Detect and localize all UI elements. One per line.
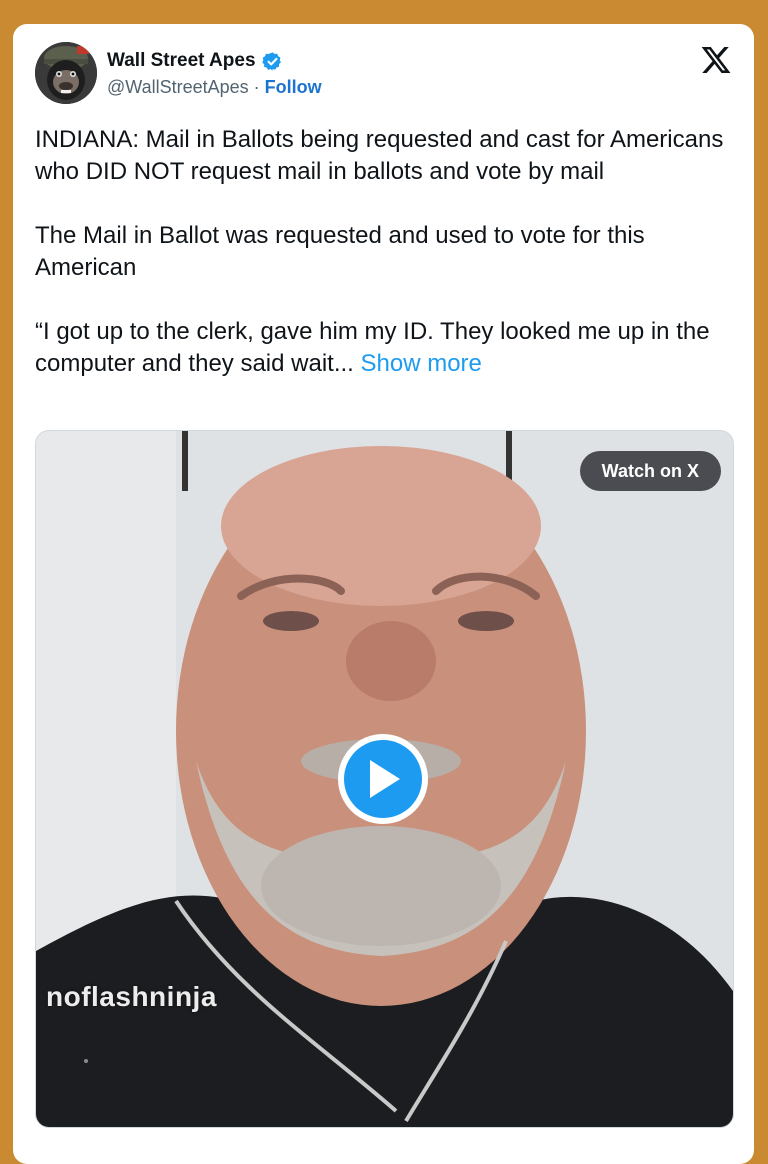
author-avatar[interactable] (35, 42, 97, 104)
author-handle-row: @WallStreetApes · Follow (107, 77, 322, 98)
author-name-row: Wall Street Apes (107, 49, 322, 73)
follow-button[interactable]: Follow (265, 77, 322, 97)
author-display-name[interactable]: Wall Street Apes (107, 50, 256, 72)
tweet-header: Wall Street Apes @WallStreetApes · Follo… (35, 42, 732, 106)
tweet-paragraph: The Mail in Ballot was requested and use… (35, 222, 645, 281)
tweet-text: INDIANA: Mail in Ballots being requested… (35, 124, 740, 380)
verified-badge-icon (261, 51, 281, 71)
handle-separator: · (248, 77, 265, 97)
author-info: Wall Street Apes @WallStreetApes · Follo… (107, 49, 322, 98)
video-player[interactable]: Watch on X noflashninja (35, 430, 734, 1128)
show-more-link[interactable]: Show more (361, 350, 482, 377)
tweet-paragraph-truncated: “I got up to the clerk, gave him my ID. … (35, 316, 740, 380)
play-button[interactable] (338, 734, 428, 824)
video-watermark: noflashninja (46, 981, 217, 1012)
author-handle[interactable]: @WallStreetApes (107, 77, 249, 97)
gorilla-avatar-icon (35, 42, 97, 104)
watch-on-x-button[interactable]: Watch on X (579, 451, 721, 491)
tweet-card: Wall Street Apes @WallStreetApes · Follo… (13, 24, 754, 1164)
x-logo-icon[interactable] (700, 44, 732, 76)
play-icon (370, 760, 400, 798)
tweet-paragraph: INDIANA: Mail in Ballots being requested… (35, 126, 724, 185)
